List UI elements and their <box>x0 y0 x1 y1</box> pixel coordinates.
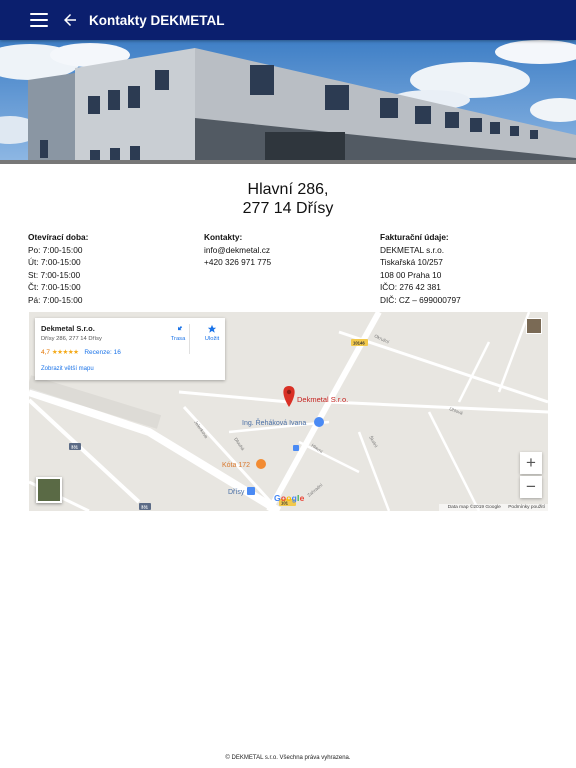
star-icon <box>207 324 217 333</box>
place-info-card: Dekmetal S.r.o. Dřísy 286, 277 14 Dřísy … <box>35 318 225 380</box>
poi-label[interactable]: Kóta 172 <box>222 462 250 469</box>
map-data-credit: Data map ©2019 Google <box>447 505 501 510</box>
divider <box>189 324 190 354</box>
billing-row: Tiskařská 10/257 <box>380 257 443 268</box>
save-place-button[interactable]: Uložit <box>197 324 227 342</box>
google-logo: Google <box>274 493 305 503</box>
reviews-link[interactable]: Recenze: 16 <box>84 349 121 356</box>
place-name: Dekmetal S.r.o. <box>41 324 95 333</box>
road-number: 10146 <box>353 341 365 346</box>
map-attribution: Data map ©2019 Google Podmínky použití <box>438 504 548 511</box>
peak-icon[interactable] <box>256 459 266 469</box>
rating-value: 4,7 <box>41 349 51 356</box>
view-larger-map-link[interactable]: Zobrazit větší mapu <box>41 366 94 372</box>
poi-icon[interactable] <box>314 417 324 427</box>
directions-icon <box>178 326 183 331</box>
app-bar: Kontakty DEKMETAL <box>0 0 576 40</box>
street-view-icon[interactable] <box>526 318 542 334</box>
building-photo <box>0 40 576 164</box>
satellite-toggle[interactable] <box>36 477 62 503</box>
hours-row: Út: 7:00-15:00 <box>28 257 81 268</box>
contacts: Kontakty: info@dekmetal.cz +420 326 971 … <box>204 231 271 269</box>
hours-row: Čt: 7:00-15:00 <box>28 282 81 293</box>
email-link[interactable]: info@dekmetal.cz <box>204 244 271 257</box>
phone-link[interactable]: +420 326 971 775 <box>204 256 271 269</box>
hours-row: Po: 7:00-15:00 <box>28 244 83 255</box>
contacts-heading: Kontakty: <box>204 232 243 242</box>
hours-row: St: 7:00-15:00 <box>28 269 81 280</box>
address: Hlavní 286, 277 14 Dřísy <box>0 180 576 218</box>
poi-label[interactable]: Dřísy <box>228 489 245 496</box>
opening-hours-heading: Otevírací doba: <box>28 232 89 242</box>
road-number: 331 <box>141 505 149 510</box>
star-icons: ★★★★★ <box>51 349 79 356</box>
bus-stop-icon[interactable] <box>293 445 299 451</box>
page-title: Kontakty DEKMETAL <box>89 12 225 28</box>
place-address: Dřísy 286, 277 14 Dřísy <box>41 336 102 342</box>
billing-row: DIČ: CZ – 699000797 <box>380 294 461 305</box>
place-rating: 4,7 ★★★★★ Recenze: 16 <box>41 348 121 356</box>
address-city: 277 14 Dřísy <box>242 200 334 217</box>
marker-label[interactable]: Dekmetal S.r.o. <box>297 395 348 404</box>
zoom-out-button[interactable]: − <box>520 476 542 498</box>
save-label: Uložit <box>204 336 220 342</box>
billing-details: Fakturační údaje: DEKMETAL s.r.o. Tiskař… <box>380 231 461 307</box>
road-number: 331 <box>71 445 79 450</box>
billing-row: 108 00 Praha 10 <box>380 269 442 280</box>
billing-row: DEKMETAL s.r.o. <box>380 244 445 255</box>
hamburger-menu-icon[interactable] <box>30 13 48 27</box>
hours-row: Pá: 7:00-15:00 <box>28 294 83 305</box>
zoom-in-button[interactable]: + <box>520 452 542 474</box>
billing-row: IČO: 276 42 381 <box>380 282 441 293</box>
billing-heading: Fakturační údaje: <box>380 232 449 242</box>
google-map[interactable]: Jelenkova Okružní Dlouhá Hlavní Zahradní… <box>29 312 548 511</box>
opening-hours: Otevírací doba: Po: 7:00-15:00 Út: 7:00-… <box>28 231 88 307</box>
address-street: Hlavní 286, <box>247 181 329 198</box>
poi-label[interactable]: Ing. Řeháková Ivana <box>242 418 306 427</box>
arrow-back-icon[interactable] <box>61 11 79 29</box>
copyright-footer: © DEKMETAL s.r.o. Všechna práva vyhrazen… <box>225 755 351 761</box>
terms-link[interactable]: Podmínky použití <box>508 505 545 510</box>
bus-stop-icon[interactable] <box>247 487 255 495</box>
